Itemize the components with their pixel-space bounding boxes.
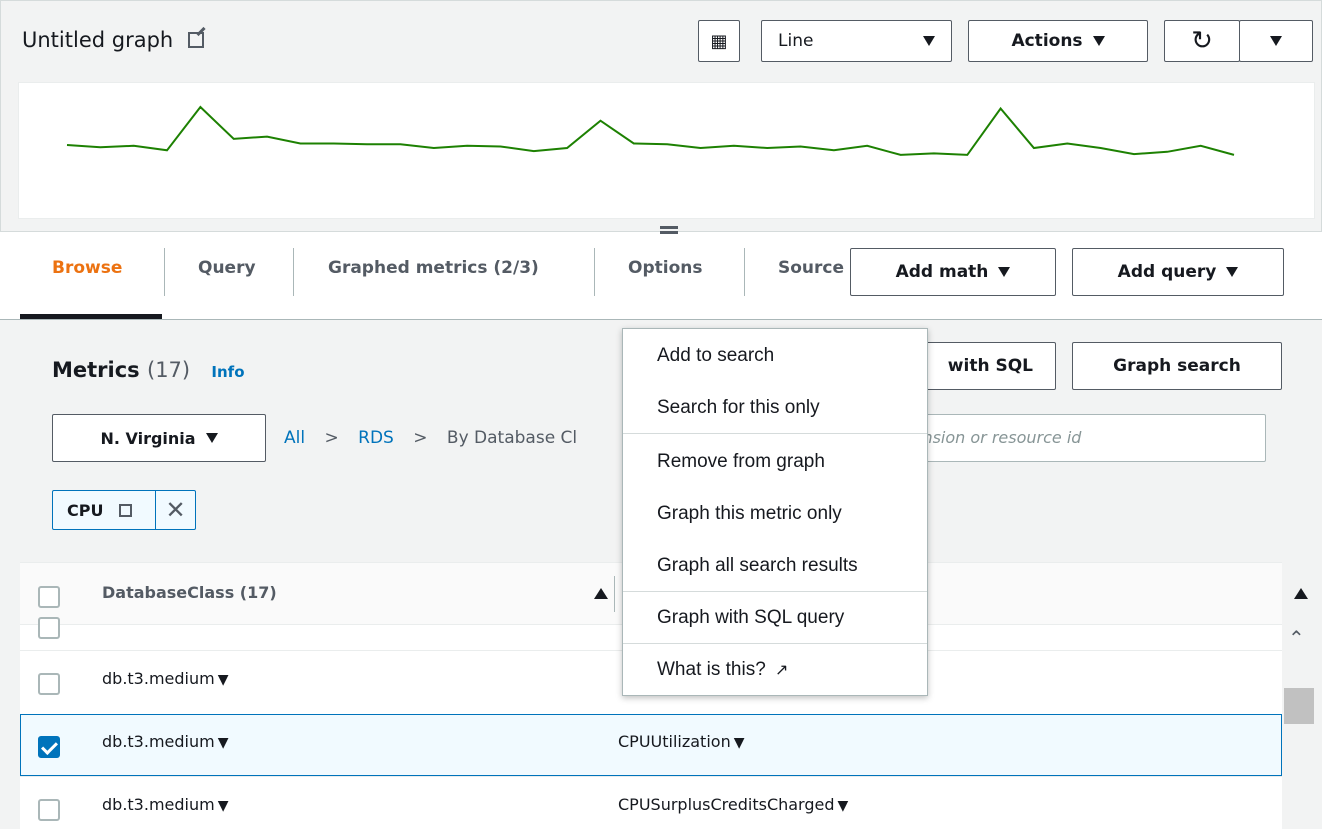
add-math-button[interactable]: Add math — [850, 248, 1056, 296]
breadcrumb-all[interactable]: All — [284, 428, 305, 448]
table-row-selected[interactable]: db.t3.medium ▼ CPUUtilization ▼ — [20, 714, 1282, 776]
cell-text: CPUUtilization — [618, 732, 731, 751]
menu-item-graph-with-sql-query[interactable]: Graph with SQL query — [657, 607, 844, 629]
chevron-down-icon — [1270, 36, 1282, 46]
chart-area — [18, 82, 1315, 219]
chevron-down-icon — [923, 36, 935, 46]
dropdown-icon[interactable]: ▼ — [218, 672, 229, 688]
cell-database-class[interactable]: db.t3.medium ▼ — [102, 732, 228, 751]
menu-item-label: What is this? — [657, 659, 766, 680]
menu-divider — [623, 643, 927, 644]
breadcrumb: All > RDS > By Database Cl — [284, 428, 577, 448]
graph-title[interactable]: Untitled graph — [22, 28, 204, 52]
menu-item-graph-this-metric-only[interactable]: Graph this metric only — [657, 503, 842, 525]
menu-item-graph-all-search-results[interactable]: Graph all search results — [657, 555, 858, 577]
chevron-down-icon — [1226, 267, 1239, 277]
sort-ascending-icon[interactable] — [1294, 588, 1308, 599]
menu-item-remove-from-graph[interactable]: Remove from graph — [657, 451, 825, 473]
graph-title-text: Untitled graph — [22, 28, 174, 52]
cell-metric-name[interactable]: CPUSurplusCreditsCharged ▼ — [618, 795, 848, 814]
menu-item-what-is-this[interactable]: What is this? ↗ — [657, 659, 788, 681]
filter-token-text: CPU — [67, 500, 104, 520]
filter-token-label[interactable]: CPU — [53, 501, 155, 520]
tab-query[interactable]: Query — [198, 258, 256, 278]
dropdown-icon[interactable]: ▼ — [734, 735, 745, 751]
external-link-icon: ↗ — [775, 662, 789, 679]
tab-divider — [293, 248, 294, 296]
line-chart — [66, 105, 1235, 156]
menu-item-add-to-search[interactable]: Add to search — [657, 345, 774, 367]
chevron-right-icon: > — [413, 428, 428, 448]
tab-graphed-metrics[interactable]: Graphed metrics (2/3) — [328, 258, 539, 278]
metrics-heading: Metrics (17) Info — [52, 358, 245, 382]
tab-divider — [594, 248, 595, 296]
cell-database-class[interactable]: db.t3.medium ▼ — [102, 669, 228, 688]
cell-text: db.t3.medium — [102, 795, 215, 814]
tab-options[interactable]: Options — [628, 258, 702, 278]
add-math-label: Add math — [895, 262, 989, 282]
menu-divider — [623, 433, 927, 434]
scrollbar-thumb[interactable] — [1284, 688, 1314, 724]
menu-item-search-for-this-only[interactable]: Search for this only — [657, 397, 820, 419]
scrollbar[interactable] — [1282, 624, 1318, 829]
add-query-button[interactable]: Add query — [1072, 248, 1284, 296]
filter-token: CPU ✕ — [52, 490, 196, 530]
cell-text: CPUSurplusCreditsCharged — [618, 795, 835, 814]
row-checkbox[interactable] — [38, 617, 60, 639]
graph-search-button[interactable]: Graph search — [1072, 342, 1282, 390]
tab-divider — [744, 248, 745, 296]
refresh-icon: ↻ — [1191, 26, 1213, 56]
tab-browse[interactable]: Browse — [52, 258, 122, 278]
actions-button[interactable]: Actions — [968, 20, 1148, 62]
series-line — [66, 105, 1235, 156]
metrics-title: Metrics — [52, 358, 140, 382]
refresh-options-button[interactable] — [1239, 20, 1313, 62]
cell-metric-name[interactable]: CPUUtilization ▼ — [618, 732, 744, 751]
tab-source[interactable]: Source — [778, 258, 850, 278]
select-all-checkbox[interactable] — [38, 586, 60, 608]
cell-database-class[interactable]: db.t3.medium ▼ — [102, 795, 228, 814]
chevron-down-icon — [205, 433, 218, 443]
cell-text: db.t3.medium — [102, 732, 215, 751]
region-select[interactable]: N. Virginia — [52, 414, 266, 462]
close-icon[interactable]: ✕ — [155, 491, 195, 529]
edit-icon[interactable] — [119, 503, 133, 517]
chevron-up-icon[interactable]: ⌃ — [1288, 626, 1305, 651]
actions-label: Actions — [1011, 31, 1083, 51]
breadcrumb-current: By Database Cl — [446, 428, 578, 448]
chevron-down-icon — [1092, 36, 1105, 46]
cell-text: db.t3.medium — [102, 669, 215, 688]
menu-divider — [623, 591, 927, 592]
row-checkbox[interactable] — [38, 736, 60, 758]
metrics-count: (17) — [147, 358, 191, 382]
info-link[interactable]: Info — [211, 363, 244, 381]
dropdown-icon[interactable]: ▼ — [218, 735, 229, 751]
sort-ascending-icon[interactable] — [594, 588, 608, 599]
row-checkbox[interactable] — [38, 673, 60, 695]
row-checkbox[interactable] — [38, 799, 60, 821]
active-tab-indicator — [20, 314, 162, 319]
chevron-right-icon: > — [324, 428, 339, 448]
tab-divider — [164, 248, 165, 296]
col-database-class[interactable]: DatabaseClass (17) — [102, 583, 277, 602]
resize-handle-icon[interactable] — [660, 226, 678, 234]
dropdown-icon[interactable]: ▼ — [838, 798, 849, 814]
refresh-button[interactable]: ↻ — [1164, 20, 1240, 62]
table-view-button[interactable]: ▦ — [698, 20, 740, 62]
breadcrumb-rds[interactable]: RDS — [358, 428, 394, 448]
chart-type-select[interactable]: Line — [761, 20, 952, 62]
chart-type-value: Line — [778, 31, 814, 51]
table-icon: ▦ — [710, 30, 728, 52]
table-row[interactable]: db.t3.medium ▼ CPUSurplusCreditsCharged ▼ — [20, 776, 1282, 829]
add-query-label: Add query — [1117, 262, 1217, 282]
graph-search-label: Graph search — [1113, 356, 1241, 376]
column-divider[interactable] — [614, 576, 615, 612]
region-value: N. Virginia — [100, 428, 196, 448]
graph-with-sql-label: with SQL — [947, 356, 1033, 376]
dropdown-icon[interactable]: ▼ — [218, 798, 229, 814]
edit-icon[interactable] — [187, 32, 204, 48]
context-menu: Add to search Search for this only Remov… — [622, 328, 928, 696]
chevron-down-icon — [998, 267, 1011, 277]
